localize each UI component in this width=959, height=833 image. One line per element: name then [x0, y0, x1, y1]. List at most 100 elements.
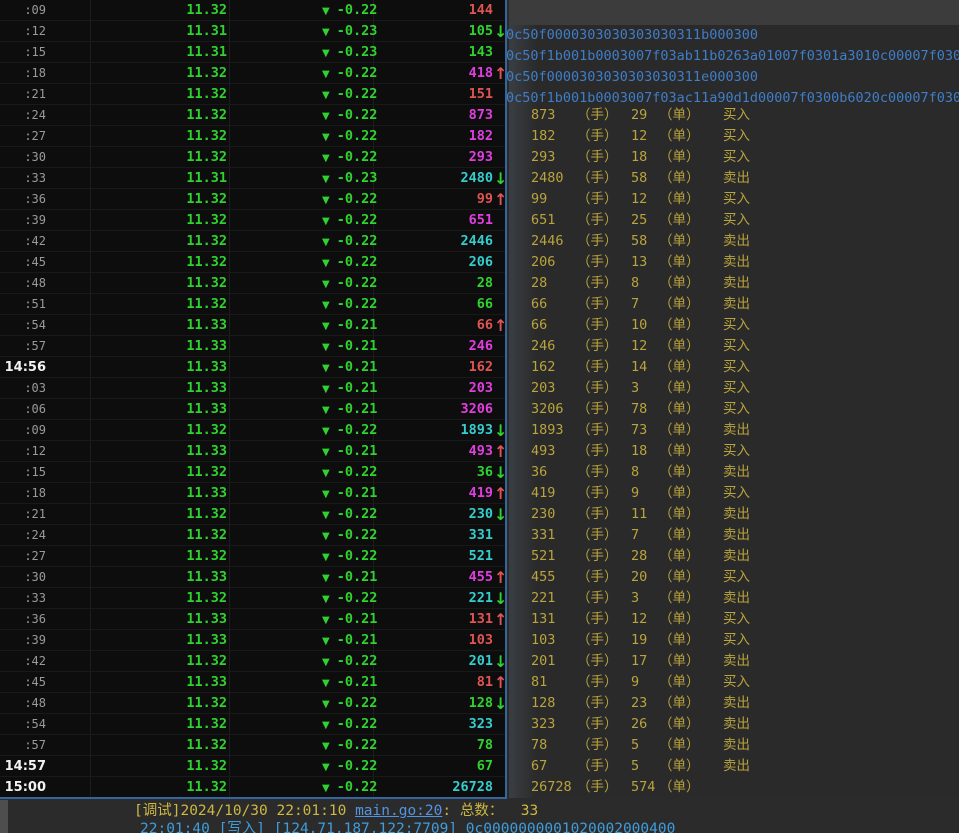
trade-lots-unit: （手） [577, 777, 631, 798]
tick-row[interactable]: :0911.32▼-0.221893↓ [0, 420, 505, 441]
tick-row[interactable]: :5111.32▼-0.2266 [0, 294, 505, 315]
trade-lots: 455 [531, 567, 577, 588]
tick-volume: 128 [373, 693, 493, 714]
trade-row[interactable]: 99（手）12（单）买入 [509, 189, 750, 210]
tick-row[interactable]: :2711.32▼-0.22521 [0, 546, 505, 567]
tick-change: ▼-0.21 [322, 399, 374, 421]
hex-line: 0c50f0000303030303030311b000300 [506, 25, 758, 46]
tick-row[interactable]: :4811.32▼-0.22128↓ [0, 693, 505, 714]
trade-row[interactable]: 873（手）29（单）买入 [509, 105, 750, 126]
tick-time: 14:56 [0, 357, 46, 378]
trade-row[interactable]: 419（手）9（单）买入 [509, 483, 750, 504]
tick-change: ▼-0.21 [322, 378, 374, 400]
tick-row[interactable]: 15:0011.32▼-0.2226728 [0, 777, 505, 798]
trade-row[interactable]: 28（手）8（单）卖出 [509, 273, 750, 294]
tick-price: 11.32 [90, 714, 227, 735]
trade-row[interactable]: 521（手）28（单）卖出 [509, 546, 750, 567]
tick-row[interactable]: :5411.33▼-0.2166↑ [0, 315, 505, 336]
tick-volume: 419 [373, 483, 493, 504]
trade-row[interactable]: 128（手）23（单）卖出 [509, 693, 750, 714]
tick-row[interactable]: :3611.32▼-0.2299↑ [0, 189, 505, 210]
tick-row[interactable]: 14:5711.32▼-0.2267 [0, 756, 505, 777]
tick-row[interactable]: :4211.32▼-0.22201↓ [0, 651, 505, 672]
trade-row[interactable]: 36（手）8（单）卖出 [509, 462, 750, 483]
trade-lots: 221 [531, 588, 577, 609]
trade-lots: 99 [531, 189, 577, 210]
tick-row[interactable]: :1511.32▼-0.2236↓ [0, 462, 505, 483]
tick-row[interactable]: :5711.33▼-0.21246 [0, 336, 505, 357]
trade-row[interactable]: 162（手）14（单）买入 [509, 357, 750, 378]
trade-row[interactable]: 2446（手）58（单）卖出 [509, 231, 750, 252]
tick-row[interactable]: :5711.32▼-0.2278 [0, 735, 505, 756]
tick-row[interactable]: :3011.32▼-0.22293 [0, 147, 505, 168]
tick-row[interactable]: :0611.33▼-0.213206 [0, 399, 505, 420]
tick-row[interactable]: :5411.32▼-0.22323 [0, 714, 505, 735]
trade-orders-unit: （单） [659, 252, 723, 273]
trade-side: 买入 [723, 357, 750, 378]
trade-row[interactable]: 246（手）12（单）买入 [509, 336, 750, 357]
tick-row[interactable]: :4511.33▼-0.2181↑ [0, 672, 505, 693]
trade-row[interactable]: 651（手）25（单）买入 [509, 210, 750, 231]
trade-row[interactable]: 26728（手）574（单） [509, 777, 723, 798]
tick-row[interactable]: 14:5611.33▼-0.21162 [0, 357, 505, 378]
trade-row[interactable]: 293（手）18（单）买入 [509, 147, 750, 168]
tick-row[interactable]: :2111.32▼-0.22230↓ [0, 504, 505, 525]
trade-row[interactable]: 182（手）12（单）买入 [509, 126, 750, 147]
tick-row[interactable]: :2411.32▼-0.22873 [0, 105, 505, 126]
tick-price: 11.32 [90, 147, 227, 168]
trade-orders: 574 [631, 777, 659, 798]
tick-row[interactable]: :4511.32▼-0.22206 [0, 252, 505, 273]
trade-orders-unit: （单） [659, 672, 723, 693]
tick-row[interactable]: :2111.32▼-0.22151 [0, 84, 505, 105]
trade-row[interactable]: 1893（手）73（单）卖出 [509, 420, 750, 441]
trade-row[interactable]: 78（手）5（单）卖出 [509, 735, 750, 756]
trade-side: 卖出 [723, 462, 750, 483]
tick-row[interactable]: :3911.33▼-0.21103 [0, 630, 505, 651]
tick-row[interactable]: :1511.31▼-0.23143 [0, 42, 505, 63]
trade-row[interactable]: 201（手）17（单）卖出 [509, 651, 750, 672]
tick-row[interactable]: :3311.32▼-0.22221↓ [0, 588, 505, 609]
tick-row[interactable]: :1211.33▼-0.21493↑ [0, 441, 505, 462]
tick-change: ▼-0.22 [322, 231, 374, 253]
tick-row[interactable]: :0911.32▼-0.22144 [0, 0, 505, 21]
trade-row[interactable]: 493（手）18（单）买入 [509, 441, 750, 462]
trade-side: 卖出 [723, 252, 750, 273]
scrollbar-nub[interactable] [0, 800, 8, 833]
trade-row[interactable]: 103（手）19（单）买入 [509, 630, 750, 651]
down-triangle-icon: ▼ [322, 27, 330, 38]
tick-row[interactable]: :3911.32▼-0.22651 [0, 210, 505, 231]
trade-row[interactable]: 331（手）7（单）卖出 [509, 525, 750, 546]
tick-volume: 66 [373, 294, 493, 315]
tick-row[interactable]: :1211.31▼-0.23105↓ [0, 21, 505, 42]
trade-row[interactable]: 3206（手）78（单）买入 [509, 399, 750, 420]
tick-volume: 203 [373, 378, 493, 399]
trade-row[interactable]: 66（手）10（单）买入 [509, 315, 750, 336]
tick-change: ▼-0.22 [322, 84, 374, 106]
tick-row[interactable]: :1811.32▼-0.22418↑ [0, 63, 505, 84]
tick-row[interactable]: :3611.33▼-0.21131↑ [0, 609, 505, 630]
trade-row[interactable]: 206（手）13（单）卖出 [509, 252, 750, 273]
trade-lots-unit: （手） [577, 105, 631, 126]
trade-row[interactable]: 455（手）20（单）买入 [509, 567, 750, 588]
tick-change: ▼-0.22 [322, 126, 374, 148]
tick-row[interactable]: :4811.32▼-0.2228 [0, 273, 505, 294]
tick-row[interactable]: :2411.32▼-0.22331 [0, 525, 505, 546]
tick-row[interactable]: :1811.33▼-0.21419↑ [0, 483, 505, 504]
trade-row[interactable]: 131（手）12（单）买入 [509, 609, 750, 630]
trade-row[interactable]: 66（手）7（单）卖出 [509, 294, 750, 315]
trade-row[interactable]: 2480（手）58（单）卖出 [509, 168, 750, 189]
tick-row[interactable]: :3311.31▼-0.232480↓ [0, 168, 505, 189]
tick-row[interactable]: :4211.32▼-0.222446 [0, 231, 505, 252]
trade-row[interactable]: 203（手）3（单）买入 [509, 378, 750, 399]
tick-price: 11.32 [90, 63, 227, 84]
tick-row[interactable]: :3011.33▼-0.21455↑ [0, 567, 505, 588]
trade-orders-unit: （单） [659, 567, 723, 588]
trade-row[interactable]: 67（手）5（单）卖出 [509, 756, 750, 777]
tick-row[interactable]: :0311.33▼-0.21203 [0, 378, 505, 399]
trade-row[interactable]: 81（手）9（单）买入 [509, 672, 750, 693]
trade-row[interactable]: 221（手）3（单）卖出 [509, 588, 750, 609]
trade-row[interactable]: 230（手）11（单）卖出 [509, 504, 750, 525]
down-triangle-icon: ▼ [322, 573, 330, 584]
tick-row[interactable]: :2711.32▼-0.22182 [0, 126, 505, 147]
trade-row[interactable]: 323（手）26（单）卖出 [509, 714, 750, 735]
